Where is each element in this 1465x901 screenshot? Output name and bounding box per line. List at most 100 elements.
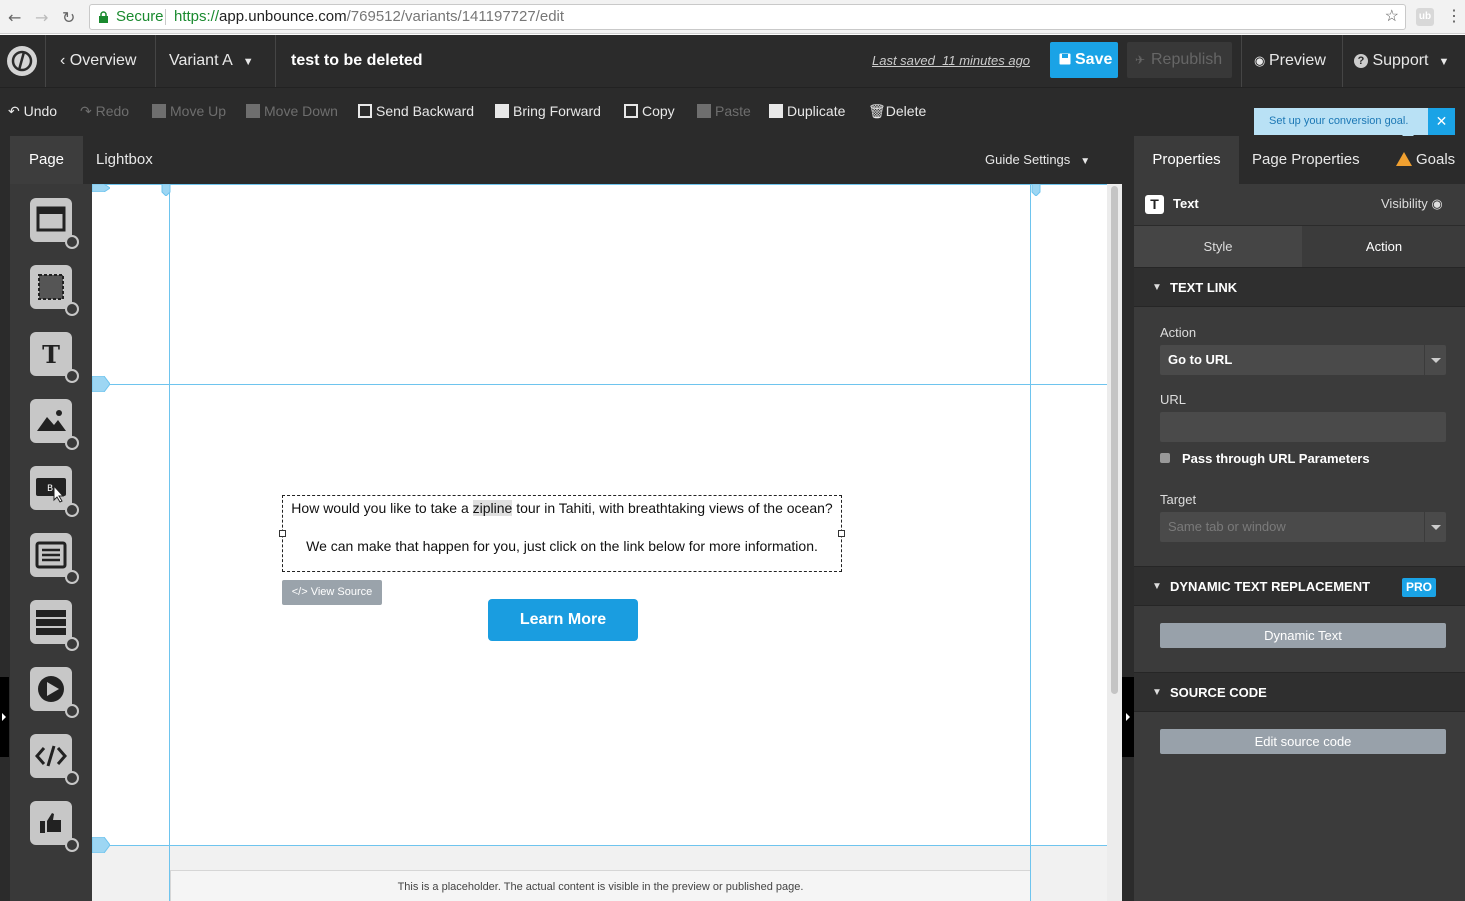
guide-settings-dropdown[interactable]: Guide Settings ▼ <box>985 136 1090 184</box>
move-down-button[interactable]: Move Down <box>246 103 338 119</box>
last-saved-link[interactable]: Last saved 11 minutes ago <box>872 35 1030 87</box>
add-icon <box>65 369 79 383</box>
video-widget[interactable] <box>30 667 79 718</box>
conversion-goal-tooltip[interactable]: Set up your conversion goal. ✕ <box>1254 108 1455 141</box>
right-collapse-handle[interactable] <box>1122 677 1134 757</box>
form-widget[interactable] <box>30 533 79 584</box>
move-up-icon <box>152 104 166 118</box>
bring-forward-button[interactable]: Bring Forward <box>495 103 601 119</box>
panel-tab-bar: Properties Page Properties Goals <box>1134 136 1465 184</box>
tab-goals[interactable]: Goals <box>1396 136 1455 184</box>
tab-lightbox[interactable]: Lightbox <box>96 136 153 184</box>
resize-handle[interactable] <box>279 530 286 537</box>
chevron-down-icon: ▼ <box>1152 581 1162 592</box>
browser-menu-icon[interactable]: ⋮ <box>1446 6 1462 26</box>
social-like-widget[interactable] <box>30 801 79 852</box>
unbounce-logo-icon[interactable] <box>7 46 37 76</box>
text-line-1[interactable]: How would you like to take a zipline tou… <box>283 500 841 516</box>
tab-page-properties[interactable]: Page Properties <box>1252 136 1360 184</box>
page-title[interactable]: test to be deleted <box>291 35 423 87</box>
selected-element-name: Text <box>1173 196 1199 211</box>
text-link-section-header[interactable]: ▼ TEXT LINK <box>1134 267 1465 307</box>
back-arrow-icon[interactable]: ← <box>8 8 21 27</box>
save-button[interactable]: Save <box>1050 42 1118 78</box>
target-label: Target <box>1160 492 1197 507</box>
code-icon <box>35 745 67 767</box>
url-input[interactable] <box>1160 412 1446 442</box>
section-icon <box>36 206 66 232</box>
warning-icon <box>1396 152 1412 166</box>
view-source-button[interactable]: </> View Source <box>282 580 382 605</box>
section-handle-icon[interactable] <box>92 837 110 853</box>
overview-link[interactable]: ‹ Overview <box>60 35 136 87</box>
subtab-style[interactable]: Style <box>1134 226 1302 267</box>
resize-handle[interactable] <box>838 530 845 537</box>
action-select[interactable]: Go to URL <box>1160 345 1446 375</box>
box-widget[interactable] <box>30 265 79 316</box>
bring-forward-label: Bring Forward <box>513 103 601 119</box>
conversion-goal-text: Set up your conversion goal. <box>1269 115 1409 127</box>
learn-more-button[interactable]: Learn More <box>488 599 638 641</box>
custom-html-widget[interactable] <box>30 734 79 785</box>
section-handle-icon[interactable] <box>92 184 110 192</box>
redo-button[interactable]: ↷ Redo <box>80 103 129 120</box>
left-collapse-handle[interactable] <box>0 677 9 757</box>
dynamic-text-button[interactable]: Dynamic Text <box>1160 623 1446 648</box>
pass-params-label[interactable]: Pass through URL Parameters <box>1182 451 1370 466</box>
move-up-button[interactable]: Move Up <box>152 103 226 119</box>
button-widget[interactable]: B <box>30 466 79 517</box>
selected-text-element[interactable]: How would you like to take a zipline tou… <box>279 495 845 572</box>
section-widget[interactable] <box>30 198 79 249</box>
pass-params-checkbox[interactable] <box>1160 453 1170 463</box>
header-divider <box>275 35 276 87</box>
guide-marker-icon[interactable] <box>161 184 171 196</box>
bookmark-star-icon[interactable]: ☆ <box>1385 5 1399 29</box>
duplicate-icon <box>769 104 783 118</box>
image-widget[interactable] <box>30 399 79 450</box>
page-canvas[interactable]: This is a placeholder. The actual conten… <box>92 184 1107 901</box>
url-text[interactable]: https://app.unbounce.com/769512/variants… <box>174 5 564 29</box>
variant-label: Variant A <box>169 52 233 69</box>
undo-button[interactable]: ↶ Undo <box>8 103 57 120</box>
canvas-scrollbar-thumb[interactable] <box>1111 186 1118 694</box>
target-select[interactable]: Same tab or window <box>1160 512 1446 542</box>
copy-button[interactable]: Copy <box>624 103 675 119</box>
preview-button[interactable]: ◉ Preview <box>1254 35 1326 87</box>
visibility-toggle[interactable]: Visibility ◉ <box>1381 196 1443 212</box>
caret-down-icon: ▼ <box>1438 56 1450 68</box>
text-type-icon: T <box>1145 195 1164 214</box>
guide-settings-label: Guide Settings <box>985 152 1071 167</box>
support-dropdown[interactable]: ? Support ▼ <box>1354 35 1449 87</box>
variant-dropdown[interactable]: Variant A ▼ <box>169 35 254 87</box>
duplicate-button[interactable]: Duplicate <box>769 103 845 119</box>
social-widget[interactable] <box>30 600 79 651</box>
add-icon <box>65 503 79 517</box>
reload-icon[interactable]: ↻ <box>62 8 75 27</box>
add-icon <box>65 302 79 316</box>
tab-page[interactable]: Page <box>10 136 83 184</box>
edit-source-code-button[interactable]: Edit source code <box>1160 729 1446 754</box>
address-bar[interactable]: Secure https://app.unbounce.com/769512/v… <box>89 4 1406 30</box>
close-icon[interactable]: ✕ <box>1428 108 1455 135</box>
send-backward-button[interactable]: Send Backward <box>358 103 474 119</box>
section-boundary-guide <box>92 384 1107 385</box>
republish-button[interactable]: ✈ Republish <box>1127 42 1232 78</box>
delete-button[interactable]: 🗑Delete <box>868 103 926 120</box>
forward-arrow-icon[interactable]: → <box>35 8 48 27</box>
extension-icon[interactable]: ub <box>1416 8 1434 26</box>
header-divider <box>155 35 156 87</box>
duplicate-label: Duplicate <box>787 103 846 119</box>
clipboard-icon <box>697 104 711 118</box>
section-handle-icon[interactable] <box>92 376 110 392</box>
canvas-tab-bar: Page Lightbox Guide Settings ▼ <box>10 136 1122 184</box>
paste-button[interactable]: Paste <box>697 103 751 119</box>
address-separator <box>165 9 166 25</box>
source-code-section-header[interactable]: ▼ SOURCE CODE <box>1134 672 1465 712</box>
text-line-2[interactable]: We can make that happen for you, just cl… <box>283 538 841 554</box>
copy-label: Copy <box>642 103 675 119</box>
text-widget[interactable]: T <box>30 332 79 383</box>
add-icon <box>65 570 79 584</box>
guide-marker-icon[interactable] <box>1031 184 1041 196</box>
subtab-action[interactable]: Action <box>1303 226 1465 267</box>
tab-properties[interactable]: Properties <box>1134 136 1239 184</box>
